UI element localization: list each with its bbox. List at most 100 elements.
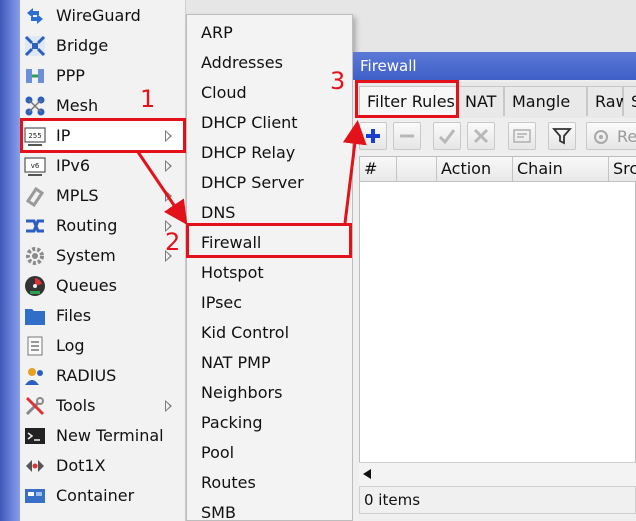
- menu-item-queues[interactable]: Queues: [20, 271, 186, 301]
- column-header-number[interactable]: #: [360, 157, 397, 182]
- submenu-item-smb[interactable]: SMB: [187, 497, 352, 521]
- mpls-icon: [24, 185, 46, 207]
- menu-item-system[interactable]: System: [20, 241, 186, 271]
- comment-button[interactable]: [508, 122, 536, 150]
- ip-submenu: ARP Addresses Cloud DHCP Client DHCP Rel…: [186, 14, 353, 521]
- submenu-item-label: Hotspot: [201, 263, 264, 282]
- table-header: # Action Chain Src: [360, 157, 636, 182]
- submenu-item-label: DHCP Client: [201, 113, 298, 132]
- submenu-item-label: ARP: [201, 23, 233, 42]
- menu-item-label: Bridge: [56, 36, 109, 55]
- comment-icon: [513, 129, 531, 143]
- ipv6-icon: v6: [24, 155, 46, 177]
- menu-item-label: PPP: [56, 66, 85, 85]
- scroll-left-arrow-icon[interactable]: [363, 469, 371, 479]
- menu-item-label: Mesh: [56, 96, 99, 115]
- tab-more[interactable]: S: [623, 86, 636, 116]
- remove-button[interactable]: [393, 122, 421, 150]
- submenu-item-packing[interactable]: Packing: [187, 407, 352, 437]
- menu-item-mesh[interactable]: Mesh: [20, 91, 186, 121]
- ppp-icon: [24, 65, 46, 87]
- reset-button-label: Re: [617, 127, 636, 146]
- menu-item-ppp[interactable]: PPP: [20, 61, 186, 91]
- submenu-item-routes[interactable]: Routes: [187, 467, 352, 497]
- menu-item-wireguard[interactable]: WireGuard: [20, 1, 186, 31]
- submenu-item-kid-control[interactable]: Kid Control: [187, 317, 352, 347]
- submenu-item-dns[interactable]: DNS: [187, 197, 352, 227]
- submenu-arrow-icon: [165, 160, 172, 172]
- menu-item-label: New Terminal: [56, 426, 164, 445]
- disable-button[interactable]: [467, 122, 495, 150]
- menu-item-dot1x[interactable]: Dot1X: [20, 451, 186, 481]
- menu-item-label: IP: [56, 126, 71, 145]
- submenu-item-label: NAT PMP: [201, 353, 271, 372]
- menu-item-ipv6[interactable]: v6 IPv6: [20, 151, 186, 181]
- submenu-arrow-icon: [165, 400, 172, 412]
- submenu-item-ipsec[interactable]: IPsec: [187, 287, 352, 317]
- firewall-window: Firewall Filter Rules NAT Mangle Raw S R…: [353, 52, 636, 521]
- log-icon: [24, 335, 46, 357]
- column-header-flags[interactable]: [397, 157, 437, 182]
- submenu-item-label: SMB: [201, 503, 236, 521]
- svg-text:v6: v6: [31, 162, 40, 170]
- reset-counters-button[interactable]: Re: [586, 122, 636, 150]
- column-header-chain[interactable]: Chain: [513, 157, 609, 182]
- menu-item-new-terminal[interactable]: New Terminal: [20, 421, 186, 451]
- tab-filter-rules[interactable]: Filter Rules: [359, 86, 457, 116]
- column-header-src[interactable]: Src: [609, 157, 636, 182]
- filter-button[interactable]: [548, 122, 576, 150]
- menu-item-container[interactable]: Container: [20, 481, 186, 511]
- terminal-icon: [24, 425, 46, 447]
- menu-item-files[interactable]: Files: [20, 301, 186, 331]
- add-button[interactable]: [359, 122, 387, 150]
- menu-item-log[interactable]: Log: [20, 331, 186, 361]
- files-icon: [24, 305, 46, 327]
- main-menu: WireGuard Bridge PPP Mesh 255 IP v6 IPv6: [20, 0, 186, 521]
- submenu-item-label: Firewall: [201, 233, 262, 252]
- submenu-item-arp[interactable]: ARP: [187, 17, 352, 47]
- tab-mangle[interactable]: Mangle: [504, 86, 587, 116]
- menu-item-label: Container: [56, 486, 135, 505]
- menu-item-bridge[interactable]: Bridge: [20, 31, 186, 61]
- submenu-item-hotspot[interactable]: Hotspot: [187, 257, 352, 287]
- submenu-item-label: Cloud: [201, 83, 247, 102]
- submenu-item-dhcp-relay[interactable]: DHCP Relay: [187, 137, 352, 167]
- menu-item-radius[interactable]: RADIUS: [20, 361, 186, 391]
- horizontal-scrollbar[interactable]: [359, 462, 636, 486]
- submenu-item-dhcp-client[interactable]: DHCP Client: [187, 107, 352, 137]
- menu-item-routing[interactable]: Routing: [20, 211, 186, 241]
- column-header-action[interactable]: Action: [437, 157, 513, 182]
- rules-table[interactable]: # Action Chain Src: [359, 156, 636, 486]
- submenu-item-addresses[interactable]: Addresses: [187, 47, 352, 77]
- menu-item-ip[interactable]: 255 IP: [20, 121, 186, 151]
- submenu-item-label: DNS: [201, 203, 236, 222]
- menu-item-tools[interactable]: Tools: [20, 391, 186, 421]
- ip-icon: 255: [24, 125, 46, 147]
- submenu-item-cloud[interactable]: Cloud: [187, 77, 352, 107]
- enable-button[interactable]: [433, 122, 461, 150]
- submenu-item-nat-pmp[interactable]: NAT PMP: [187, 347, 352, 377]
- menu-item-mpls[interactable]: MPLS: [20, 181, 186, 211]
- menu-item-label: Dot1X: [56, 456, 106, 475]
- menu-item-label: RADIUS: [56, 366, 117, 385]
- window-titlebar[interactable]: Firewall: [353, 52, 636, 80]
- mesh-icon: [24, 95, 46, 117]
- annotation-step-2: 2: [165, 228, 181, 256]
- submenu-item-pool[interactable]: Pool: [187, 437, 352, 467]
- x-icon: [473, 128, 489, 144]
- tab-raw[interactable]: Raw: [587, 86, 629, 116]
- tab-nat[interactable]: NAT: [457, 86, 504, 116]
- submenu-item-label: DHCP Server: [201, 173, 304, 192]
- submenu-item-dhcp-server[interactable]: DHCP Server: [187, 167, 352, 197]
- menu-item-label: Tools: [56, 396, 96, 415]
- window-title: Firewall: [360, 57, 417, 75]
- submenu-item-neighbors[interactable]: Neighbors: [187, 377, 352, 407]
- status-bar: 0 items: [359, 486, 636, 514]
- reset-icon: [594, 130, 608, 144]
- submenu-item-label: Neighbors: [201, 383, 283, 402]
- tab-bar: Filter Rules NAT Mangle Raw S: [353, 82, 636, 118]
- menu-item-label: Files: [56, 306, 92, 325]
- item-count: 0 items: [364, 491, 421, 509]
- submenu-item-label: Packing: [201, 413, 263, 432]
- submenu-item-firewall[interactable]: Firewall: [187, 227, 352, 257]
